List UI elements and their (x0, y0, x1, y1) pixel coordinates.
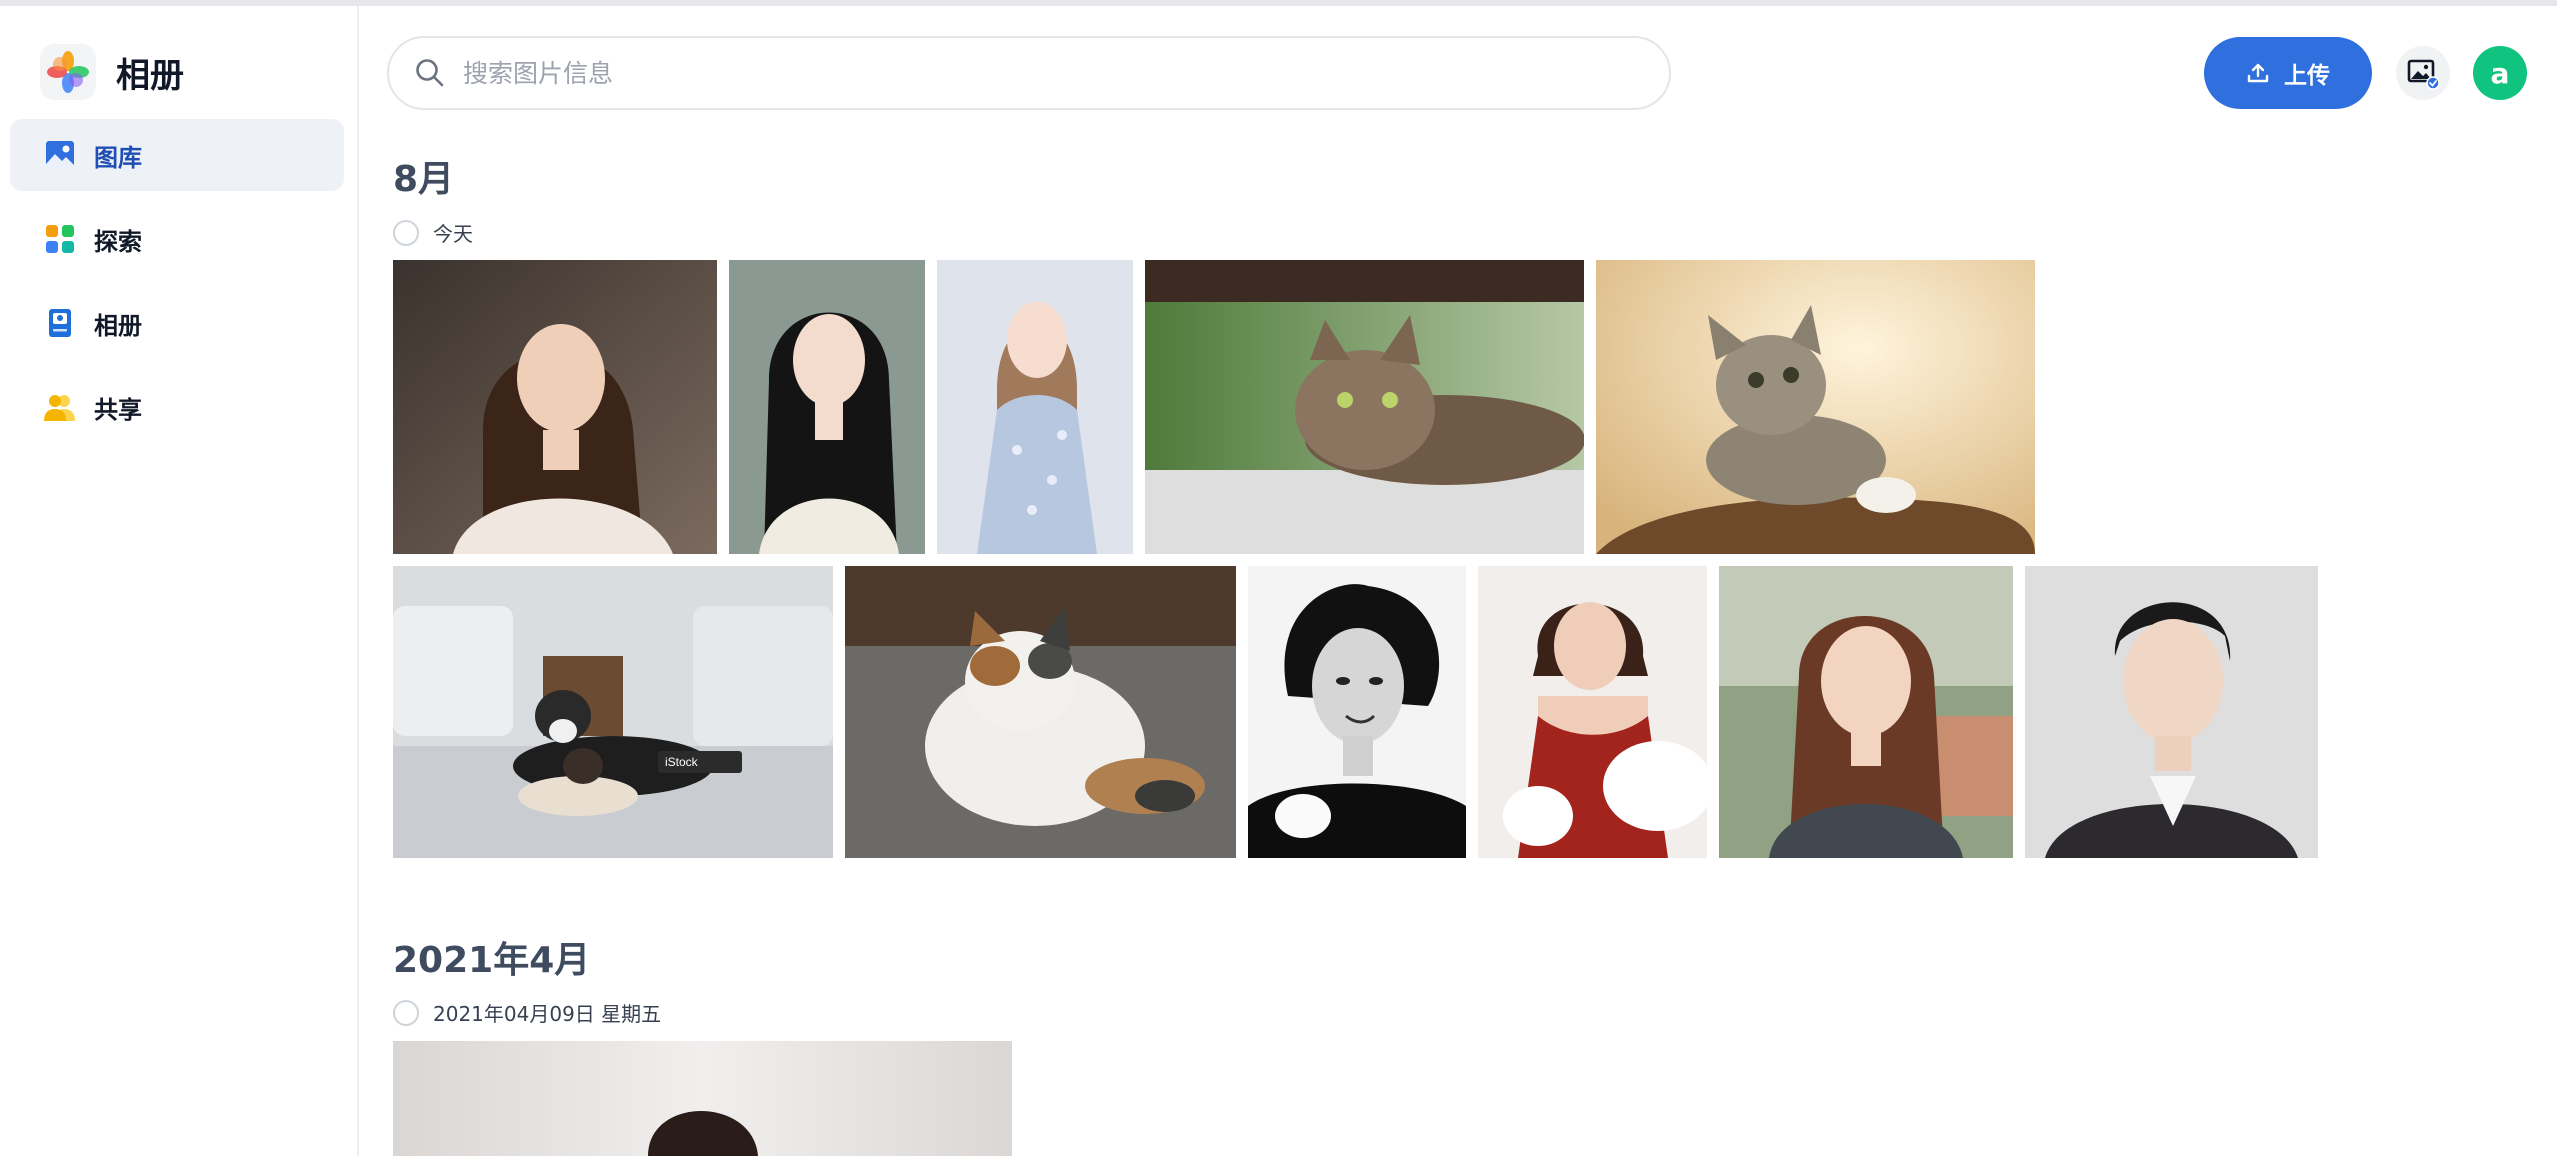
date-group-header: 2021年04月09日 星期五 (393, 998, 661, 1027)
sidebar-item-explore[interactable]: 探索 (10, 203, 344, 275)
select-group-radio[interactable] (393, 219, 419, 246)
avatar[interactable]: a (2473, 46, 2527, 100)
photo-woman-long-hair-2[interactable] (729, 260, 925, 554)
album-icon (44, 307, 76, 339)
photo-woman-floral-dress[interactable] (937, 260, 1133, 554)
svg-text:iStock: iStock (665, 755, 699, 769)
sidebar-item-gallery[interactable]: 图库 (10, 119, 344, 191)
photo-tabby-cat-under-table[interactable] (1145, 260, 1584, 554)
image-status-button[interactable] (2396, 46, 2450, 100)
image-check-icon (2406, 56, 2440, 90)
date-label: 2021年04月09日 星期五 (433, 1002, 662, 1026)
sidebar-item-label: 图库 (94, 143, 142, 172)
upload-label: 上传 (2284, 63, 2330, 89)
sidebar: 相册 图库 探索 相册 共享 (0, 6, 359, 1156)
brand[interactable]: 相册 (40, 40, 184, 104)
gallery-icon (44, 139, 76, 171)
search-icon (413, 56, 447, 90)
photo-calico-cat[interactable] (845, 566, 1236, 858)
photo-kitten-looking-up[interactable] (1596, 260, 2035, 554)
sidebar-item-share[interactable]: 共享 (10, 371, 344, 443)
app-title: 相册 (116, 55, 184, 96)
upload-icon (2246, 61, 2284, 85)
upload-button[interactable]: 上传 (2204, 37, 2372, 109)
date-group-header: 今天 (393, 218, 473, 247)
search-input[interactable] (461, 57, 1615, 89)
photo-woman-portrait-2021[interactable] (393, 1041, 1012, 1156)
share-icon (44, 391, 76, 423)
sidebar-item-label: 相册 (94, 311, 142, 340)
sidebar-item-label: 共享 (94, 395, 142, 424)
section-title: 8月 (393, 159, 455, 200)
sidebar-item-album[interactable]: 相册 (10, 287, 344, 359)
photo-bw-portrait-woman[interactable] (1248, 566, 1466, 858)
top-border (0, 0, 2557, 6)
photo-man-suit-portrait[interactable] (2025, 566, 2318, 858)
photo-woman-denim-jacket[interactable] (1719, 566, 2013, 858)
sidebar-nav: 图库 探索 相册 共享 (10, 119, 344, 455)
photo-woman-red-dress[interactable] (1478, 566, 1707, 858)
explore-icon (44, 223, 76, 255)
select-group-radio[interactable] (393, 999, 419, 1026)
photo-woman-long-hair-1[interactable] (393, 260, 717, 554)
photo-dog-and-cat-living-room[interactable]: iStock (393, 566, 833, 858)
photos-logo-icon (40, 44, 96, 100)
sidebar-item-label: 探索 (94, 227, 142, 256)
date-label: 今天 (433, 222, 473, 246)
search-box[interactable] (387, 36, 1671, 110)
section-title: 2021年4月 (393, 940, 591, 981)
